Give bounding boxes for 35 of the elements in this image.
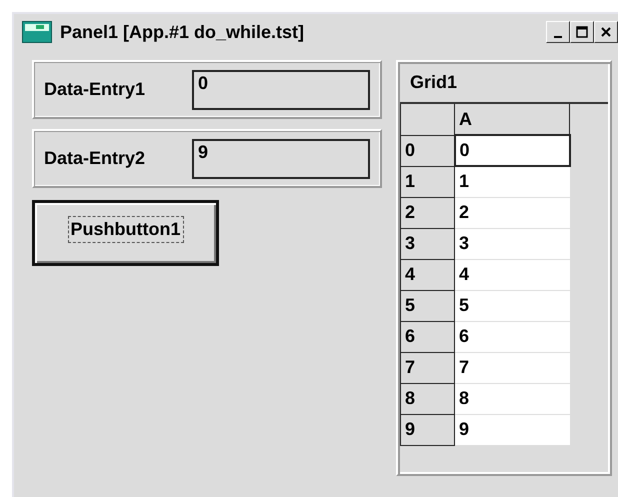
field-label: Data-Entry2 [44, 148, 146, 169]
table-cell[interactable]: 7 [454, 352, 570, 383]
window-title: Panel1 [App.#1 do_while.tst] [60, 22, 304, 42]
minimize-icon [554, 36, 562, 38]
row-header: 4 [400, 259, 454, 290]
minimize-button[interactable] [546, 21, 570, 43]
row-header: 8 [400, 383, 454, 414]
table-cell[interactable]: 4 [454, 259, 570, 290]
row-header: 7 [400, 352, 454, 383]
row-header: 1 [400, 166, 454, 197]
table-cell[interactable]: 3 [454, 228, 570, 259]
row-header: 3 [400, 228, 454, 259]
table-cell[interactable]: 1 [454, 166, 570, 197]
maximize-button[interactable] [570, 21, 594, 43]
field-label: Data-Entry1 [44, 79, 146, 100]
input-field[interactable]: 9 [192, 138, 370, 178]
table-cell[interactable]: 5 [454, 290, 570, 321]
row-header: 0 [400, 135, 454, 166]
row-header: 6 [400, 321, 454, 352]
input-field[interactable]: 0 [192, 70, 370, 110]
app-icon [22, 21, 52, 43]
close-icon [601, 27, 611, 37]
table-cell[interactable]: 9 [454, 414, 570, 445]
row-header: 5 [400, 290, 454, 321]
table-cell[interactable]: 8 [454, 383, 570, 414]
table-cell[interactable]: 6 [454, 321, 570, 352]
corner-cell [400, 104, 454, 135]
column-header: A [454, 104, 570, 135]
table-cell[interactable]: 0 [454, 135, 570, 166]
close-button[interactable] [594, 21, 618, 43]
row-header: 2 [400, 197, 454, 228]
table-cell[interactable]: 2 [454, 197, 570, 228]
row-header: 9 [400, 414, 454, 445]
push-button[interactable]: Pushbutton1 [32, 200, 219, 266]
maximize-icon [576, 26, 588, 38]
